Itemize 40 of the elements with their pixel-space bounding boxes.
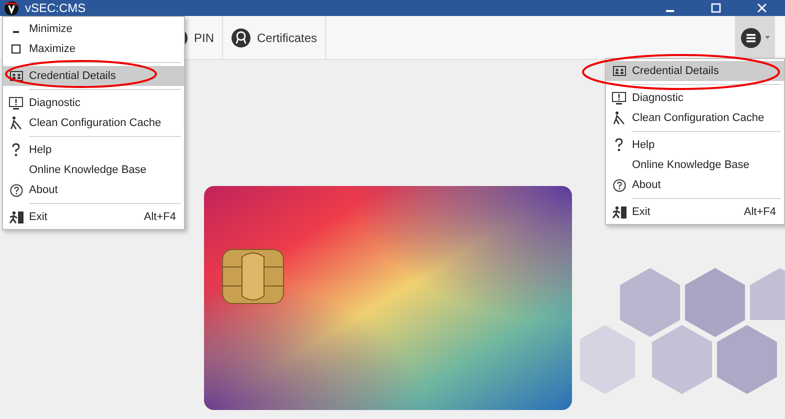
close-icon — [757, 3, 767, 13]
maximize-icon — [11, 44, 21, 54]
caret-icon — [764, 36, 770, 39]
menu-item[interactable]: Online Knowledge Base — [3, 160, 184, 180]
menu-item[interactable]: About — [3, 180, 184, 200]
menu-item[interactable]: Diagnostic — [606, 88, 784, 108]
menu-item[interactable]: Clean Configuration Cache — [606, 108, 784, 128]
menu-item[interactable]: Online Knowledge Base — [606, 155, 784, 175]
menu-button[interactable] — [735, 16, 775, 59]
person-sweeping-icon — [613, 111, 625, 125]
menu-item[interactable]: Credential Details — [606, 61, 784, 81]
minimize-icon — [13, 31, 19, 33]
window-title: vSEC:CMS — [25, 0, 86, 17]
running-exit-icon — [8, 210, 24, 224]
question-mark-icon — [11, 143, 21, 157]
menu-item[interactable]: About — [606, 175, 784, 195]
menu-item[interactable]: Exit Alt+F4 — [606, 202, 784, 222]
minimize-icon — [666, 10, 674, 12]
chip-icon — [222, 249, 284, 304]
menu-item[interactable]: Exit Alt+F4 — [3, 207, 184, 227]
monitor-icon — [612, 92, 626, 104]
menu-item[interactable]: Credential Details — [3, 66, 184, 86]
toolbar-button[interactable]: Certificates — [223, 16, 326, 59]
question-mark-icon — [614, 138, 624, 152]
monitor-icon — [9, 96, 23, 110]
menu-item[interactable]: Help — [3, 140, 184, 160]
question-circle-icon — [10, 184, 22, 196]
person-sweeping-icon — [10, 116, 22, 130]
ribbon-badge-icon — [231, 28, 252, 48]
menu-item[interactable]: Clean Configuration Cache — [3, 113, 184, 133]
menu-icon — [740, 28, 760, 48]
menu-item[interactable]: Help — [606, 135, 784, 155]
menu-item[interactable]: Diagnostic — [3, 93, 184, 113]
id-card-icon — [10, 71, 22, 81]
menu-item[interactable]: Maximize — [3, 39, 184, 59]
question-circle-icon — [612, 178, 626, 192]
id-card-icon — [612, 66, 626, 76]
maximize-icon — [711, 3, 721, 13]
running-exit-icon — [612, 206, 626, 218]
menu-item[interactable]: Minimize — [3, 19, 184, 39]
